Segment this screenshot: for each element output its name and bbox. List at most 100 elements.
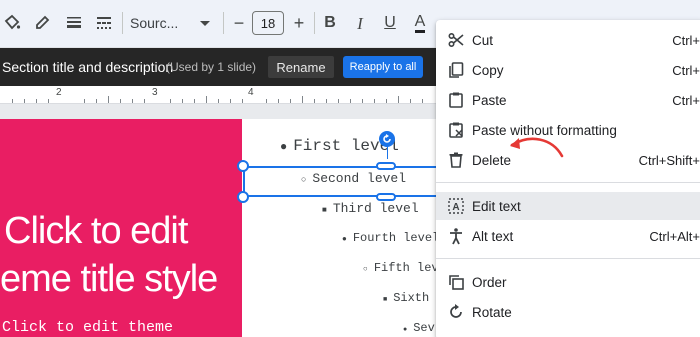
font-family-select[interactable]: Sourc... [130, 11, 214, 35]
ruler-tick [386, 99, 387, 103]
ruler-tick [398, 96, 399, 103]
paint-format-icon[interactable] [0, 11, 24, 35]
resize-handle-top[interactable] [376, 162, 396, 170]
menu-item-delete[interactable]: Delete Ctrl+Shift+ [436, 146, 700, 174]
menu-separator [436, 182, 700, 183]
menu-item-paste[interactable]: Paste Ctrl+ [436, 86, 700, 114]
ruler-tick [48, 99, 49, 103]
italic-button[interactable]: I [348, 11, 372, 35]
title-panel[interactable]: Click to edit eme title style Click to e… [0, 119, 242, 337]
level-6-item[interactable]: ■ Sixth [383, 291, 429, 305]
menu-item-order[interactable]: Order [436, 268, 700, 296]
decrease-font-size-button[interactable]: − [227, 11, 251, 35]
ruler-tick [242, 99, 243, 103]
line-weight-icon[interactable] [62, 11, 86, 35]
rotate-handle[interactable] [379, 131, 395, 147]
trash-icon [446, 150, 466, 170]
menu-item-shortcut: Ctrl+ [672, 62, 700, 78]
level-6-text: Sixth [393, 291, 430, 305]
ruler-tick [194, 99, 195, 103]
level-5-item[interactable]: ○ Fifth lev [363, 261, 439, 275]
highlighter-icon[interactable] [30, 11, 54, 35]
menu-item-copy[interactable]: Copy Ctrl+ [436, 56, 700, 84]
ruler-tick [206, 96, 207, 103]
menu-item-label: Order [472, 274, 507, 290]
plus-icon: + [293, 13, 305, 33]
bullet-square-icon: ■ [383, 296, 388, 304]
ruler-tick [36, 99, 37, 103]
resize-handle-bottom[interactable] [376, 193, 396, 201]
italic-icon: I [357, 13, 363, 33]
slide-title-line: Click to edit [4, 210, 188, 252]
level-4-item[interactable]: ● Fourth level [342, 231, 439, 245]
menu-item-cut[interactable]: Cut Ctrl+ [436, 26, 700, 54]
bold-button[interactable]: B [318, 11, 342, 35]
slide-title-placeholder[interactable]: Click to edit eme title style [0, 207, 221, 303]
ruler-tick [302, 96, 303, 103]
resize-handle-top-left[interactable] [237, 160, 249, 172]
level-3-item[interactable]: ■ Third level [322, 201, 419, 216]
level-7-item[interactable]: ● Sev [403, 321, 435, 335]
line-dash-icon[interactable] [92, 11, 116, 35]
ruler-tick [132, 99, 133, 103]
menu-item-label: Cut [472, 32, 494, 48]
order-icon [446, 272, 466, 292]
menu-item-label: Copy [472, 62, 504, 78]
rotate-icon [446, 302, 466, 322]
toolbar-separator [314, 12, 315, 34]
menu-item-label: Alt text [472, 228, 514, 244]
paste-plain-icon [446, 120, 466, 140]
section-title: Section title and description [2, 59, 174, 75]
ruler-tick [326, 99, 327, 103]
ruler-tick [108, 96, 109, 103]
menu-item-shortcut: Ctrl+Alt+ [649, 228, 700, 244]
ruler-label: 3 [152, 87, 158, 98]
menu-item-paste-without-formatting[interactable]: Paste without formatting [436, 116, 700, 144]
bold-icon: B [324, 14, 336, 31]
toolbar-separator [122, 12, 123, 34]
menu-separator [436, 258, 700, 259]
ruler-tick [12, 99, 13, 103]
rename-button[interactable]: Rename [268, 56, 334, 78]
ruler-tick [96, 99, 97, 103]
ruler-tick [24, 99, 25, 103]
copy-icon [446, 60, 466, 80]
increase-font-size-button[interactable]: + [287, 11, 311, 35]
menu-item-edit-text[interactable]: A Edit text [436, 192, 700, 220]
ruler-tick [84, 99, 85, 103]
menu-item-label: Rotate [472, 304, 512, 320]
menu-item-rotate[interactable]: Rotate [436, 298, 700, 326]
menu-item-shortcut: Ctrl+ [672, 32, 700, 48]
rotate-connector [387, 147, 388, 159]
ruler-tick [338, 99, 339, 103]
annotation-arrow-icon [510, 137, 564, 158]
ruler-tick [362, 99, 363, 103]
chevron-down-icon [200, 20, 210, 26]
level-3-text: Third level [332, 201, 419, 216]
slide-title-line: eme title style [0, 258, 218, 300]
selection-box[interactable] [243, 166, 443, 197]
slide-subtitle-placeholder[interactable]: Click to edit theme [2, 319, 173, 336]
ruler-tick [278, 99, 279, 103]
ruler-tick [350, 99, 351, 103]
edit-text-icon: A [446, 196, 466, 216]
bullet-disc-icon: ● [342, 235, 347, 244]
ruler-tick [266, 99, 267, 103]
rotate-icon [383, 134, 391, 143]
ruler-tick [170, 99, 171, 103]
underline-button[interactable]: U [378, 11, 402, 35]
bullet-disc-icon: ● [280, 140, 288, 154]
scissors-icon [446, 30, 466, 50]
text-color-button[interactable]: A [408, 11, 432, 35]
menu-item-alt-text[interactable]: Alt text Ctrl+Alt+ [436, 222, 700, 250]
ruler-label: 4 [248, 87, 254, 98]
resize-handle-bottom-left[interactable] [237, 191, 249, 203]
font-size-input[interactable]: 18 [252, 11, 284, 35]
level-5-text: Fifth lev [373, 261, 439, 275]
ruler-tick [120, 99, 121, 103]
underline-icon: U [384, 14, 396, 31]
bullet-square-icon: ■ [322, 206, 327, 215]
text-color-icon: A [414, 13, 426, 33]
reapply-to-all-button[interactable]: Reapply to all [343, 56, 423, 78]
bullet-circle-icon: ○ [363, 265, 368, 274]
